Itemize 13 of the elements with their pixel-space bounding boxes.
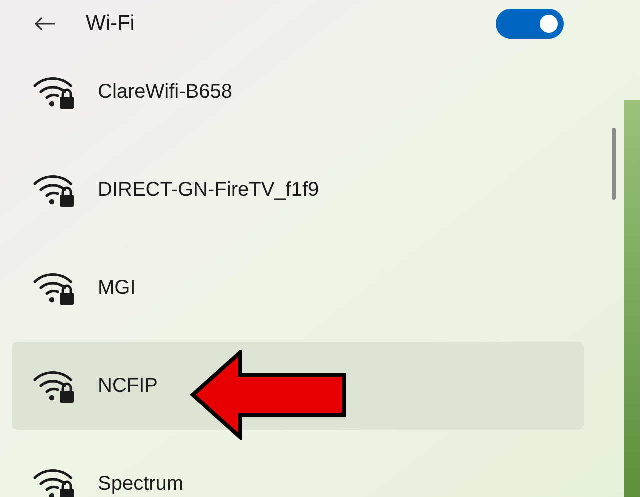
wifi-toggle[interactable] [496,9,564,39]
page-title: Wi-Fi [86,11,135,38]
network-item[interactable]: DIRECT-GN-FireTV_f1f9 [12,146,584,234]
network-name: ClareWifi-B658 [98,81,232,103]
network-item[interactable]: ClareWifi-B658 [12,48,584,136]
network-name: NCFIP [98,375,158,397]
network-item[interactable]: MGI [12,244,584,332]
network-name: MGI [98,277,136,299]
back-arrow-icon[interactable] [34,16,56,32]
network-name: DIRECT-GN-FireTV_f1f9 [98,179,320,201]
network-name: Spectrum [98,473,184,495]
network-item[interactable]: Spectrum [12,440,584,497]
scrollbar-thumb[interactable] [612,128,616,200]
